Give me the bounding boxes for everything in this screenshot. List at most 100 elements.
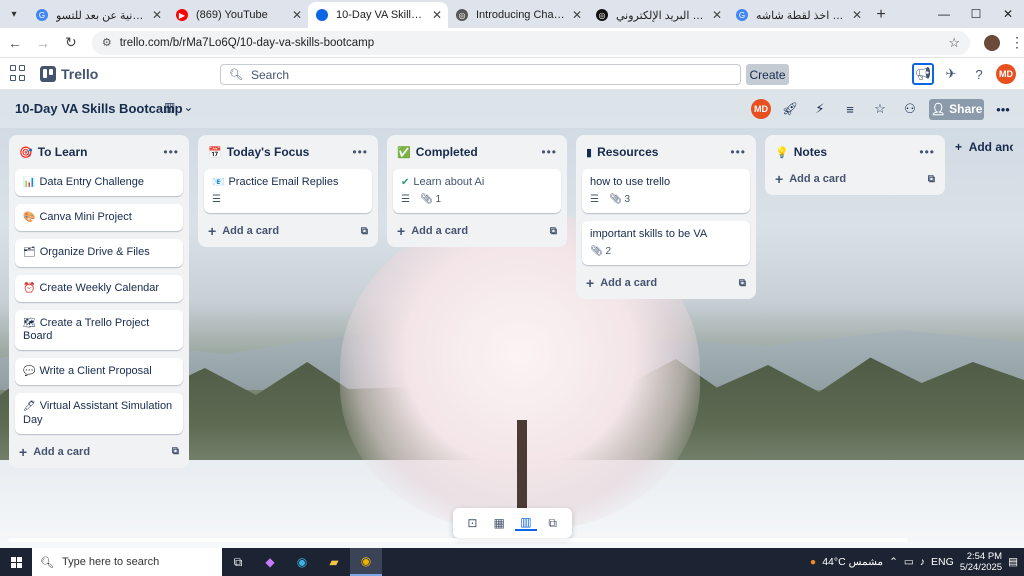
volume-icon[interactable]: ♪: [920, 556, 925, 568]
user-avatar[interactable]: MD: [996, 64, 1016, 84]
card-template-icon[interactable]: ⧉: [550, 226, 557, 237]
windows-start-icon[interactable]: [0, 548, 32, 576]
new-tab-plus-icon[interactable]: +: [868, 2, 894, 28]
close-tab-icon[interactable]: ✕: [712, 8, 722, 22]
add-list-button[interactable]: + Add anoth: [955, 140, 1024, 154]
reload-icon[interactable]: ↻: [58, 30, 84, 56]
card-template-icon[interactable]: ⧉: [739, 278, 746, 289]
browser-tab[interactable]: ◎ تنظيم البريد الإلكتروني ✕: [588, 2, 728, 28]
card[interactable]: 🗂 Organize Drive & Files: [15, 239, 183, 267]
board-view-selector[interactable]: ▥ ⌄: [164, 100, 193, 114]
minimize-icon[interactable]: —: [928, 0, 960, 28]
bookmark-star-icon[interactable]: ☆: [948, 35, 960, 51]
card-template-icon[interactable]: ⧉: [928, 174, 935, 185]
card-template-icon[interactable]: ⧉: [172, 446, 179, 457]
card[interactable]: 🗺 Create a Trello Project Board: [15, 309, 183, 351]
network-icon[interactable]: ▭: [904, 556, 914, 568]
list-header[interactable]: 💡 Notes •••: [771, 143, 939, 161]
browser-tab[interactable]: G دورات مجانية عن بعد للتسو ✕: [28, 2, 168, 28]
card[interactable]: 📊 Data Entry Challenge: [15, 169, 183, 197]
taskbar-clock[interactable]: 2:54 PM 5/24/2025: [960, 551, 1002, 574]
visibility-icon[interactable]: ⚇: [899, 98, 921, 120]
url-field[interactable]: ⚙ trello.com/b/rMa7Lo6Q/10-day-va-skills…: [91, 30, 971, 55]
add-card-button[interactable]: + Add a card ⧉: [771, 169, 939, 189]
task-view-icon[interactable]: ⧉: [222, 548, 254, 576]
back-arrow-icon[interactable]: ←: [2, 30, 28, 56]
board-columns-icon[interactable]: ▥: [514, 515, 537, 531]
star-board-icon[interactable]: ☆: [869, 98, 891, 120]
edge-browser-icon[interactable]: ◉: [286, 548, 318, 576]
board-menu-icon[interactable]: •••: [992, 98, 1014, 120]
tray-chevron-up-icon[interactable]: ⌃: [889, 556, 898, 568]
list-menu-icon[interactable]: •••: [352, 145, 368, 159]
board-view-icon[interactable]: ▥: [164, 100, 175, 114]
card[interactable]: important skills to be VA 📎︎ 2: [582, 221, 750, 266]
list-menu-icon[interactable]: •••: [730, 145, 746, 159]
chevron-down-icon[interactable]: ⌄: [183, 100, 193, 114]
weather-text[interactable]: 44°C مشمس: [822, 556, 883, 568]
maximize-icon[interactable]: ☐: [960, 0, 992, 28]
horizontal-scrollbar[interactable]: [0, 536, 1024, 544]
card[interactable]: 📧 Practice Email Replies ☰: [204, 169, 372, 214]
close-tab-icon[interactable]: ✕: [432, 8, 442, 22]
add-card-button[interactable]: + Add a card ⧉: [393, 221, 561, 241]
trello-icon: [316, 9, 328, 21]
forward-arrow-icon[interactable]: →: [30, 30, 56, 56]
close-window-icon[interactable]: ✕: [992, 0, 1024, 28]
card[interactable]: 💬 Write a Client Proposal: [15, 358, 183, 386]
browser-tab[interactable]: ◎ Introducing ChatGPT | Ope ✕: [448, 2, 588, 28]
chrome-taskbar-icon[interactable]: ◉: [350, 548, 382, 576]
profile-avatar[interactable]: [984, 34, 1001, 51]
list-to-learn: 🎯 To Learn ••• 📊 Data Entry Challenge 🎨 Ca…: [9, 135, 189, 468]
complete-check-icon[interactable]: ✔: [401, 177, 409, 188]
close-tab-icon[interactable]: ✕: [852, 8, 862, 22]
board-title[interactable]: 10-Day VA Skills Bootcamp: [15, 101, 183, 116]
card[interactable]: 🖊 Virtual Assistant Simulation Day: [15, 393, 183, 434]
list-header[interactable]: ✅ Completed •••: [393, 143, 561, 161]
search-input[interactable]: 🔍︎ Search: [220, 64, 741, 85]
browser-tab-active[interactable]: 10-Day VA Skills Bootcamp ✕: [308, 2, 448, 28]
power-ups-icon[interactable]: 🚀︎: [779, 98, 801, 120]
share-button[interactable]: 👤︎ Share: [929, 98, 984, 120]
list-menu-icon[interactable]: •••: [919, 145, 935, 159]
list-header[interactable]: ▮ Resources •••: [582, 143, 750, 161]
list-header[interactable]: 🎯 To Learn •••: [15, 143, 183, 161]
card[interactable]: ⏰ Create Weekly Calendar: [15, 274, 183, 302]
list-menu-icon[interactable]: •••: [163, 145, 179, 159]
card-template-icon[interactable]: ⧉: [361, 226, 368, 237]
card[interactable]: how to use trello ☰ 📎︎ 3: [582, 169, 750, 214]
browser-tab[interactable]: G كيف اقوم اخذ لقطة شاشه ✕: [728, 2, 868, 28]
automation-bolt-icon[interactable]: ⚡︎: [809, 98, 831, 120]
close-tab-icon[interactable]: ✕: [292, 8, 302, 22]
add-card-button[interactable]: + Add a card ⧉: [204, 221, 372, 241]
list-header[interactable]: 📅 Today's Focus •••: [204, 143, 372, 161]
close-tab-icon[interactable]: ✕: [152, 8, 162, 22]
create-button[interactable]: Create: [746, 64, 789, 85]
rocket-icon[interactable]: ✈: [940, 63, 962, 85]
filter-icon[interactable]: ≡: [839, 98, 861, 120]
trello-logo[interactable]: Trello: [40, 65, 98, 82]
card[interactable]: ✔ Learn about Ai ☰ 📎︎ 1: [393, 169, 561, 214]
inbox-icon[interactable]: ⊡: [461, 516, 483, 530]
browser-tab[interactable]: ▶ (869) YouTube ✕: [168, 2, 308, 28]
file-explorer-icon[interactable]: ▰: [318, 548, 350, 576]
switch-boards-icon[interactable]: ⧉: [542, 516, 564, 531]
taskbar-search-input[interactable]: 🔍︎ Type here to search: [32, 548, 222, 576]
copilot-icon[interactable]: ◆: [254, 548, 286, 576]
close-tab-icon[interactable]: ✕: [572, 8, 582, 22]
language-indicator[interactable]: ENG: [931, 556, 954, 568]
browser-menu-icon[interactable]: ⋮: [1010, 34, 1024, 51]
add-card-button[interactable]: + Add a card ⧉: [15, 442, 183, 462]
list-menu-icon[interactable]: •••: [541, 145, 557, 159]
card-badges: ☰: [212, 194, 364, 206]
tab-search-chevron-icon[interactable]: ▾: [0, 0, 28, 28]
planner-calendar-icon[interactable]: ▦: [488, 516, 510, 530]
member-avatar[interactable]: MD: [751, 99, 771, 119]
help-icon[interactable]: ?: [968, 63, 990, 85]
add-card-button[interactable]: + Add a card ⧉: [582, 273, 750, 293]
notifications-icon[interactable]: ▤: [1008, 556, 1018, 568]
app-switcher-icon[interactable]: [10, 64, 28, 83]
card[interactable]: 🎨 Canva Mini Project: [15, 204, 183, 232]
megaphone-icon[interactable]: 📢︎: [912, 63, 934, 85]
site-info-icon[interactable]: ⚙: [102, 36, 112, 49]
